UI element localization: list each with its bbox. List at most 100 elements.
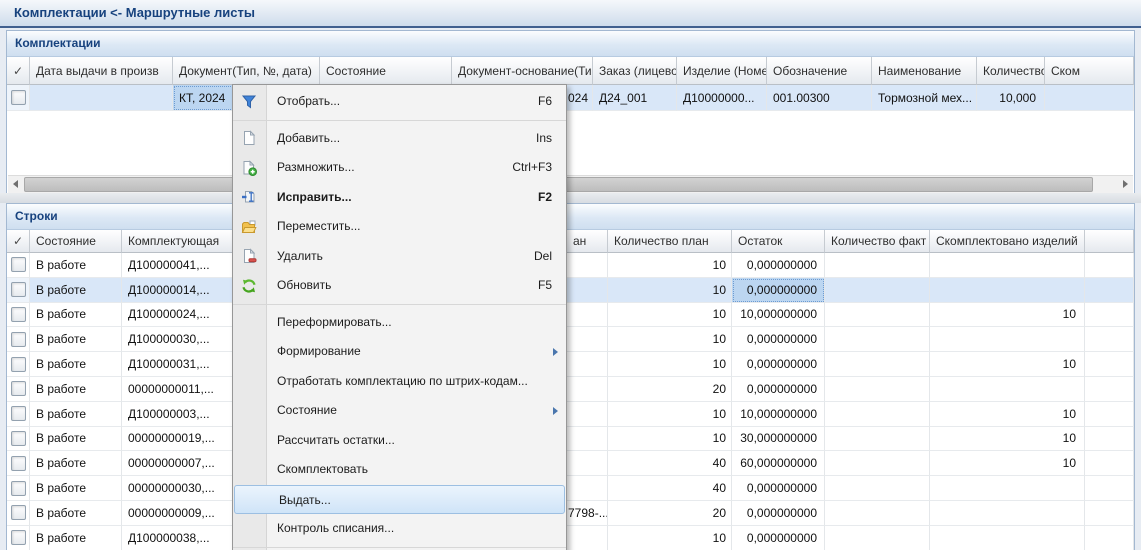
table-cell[interactable] bbox=[1085, 427, 1134, 452]
column-header[interactable]: Документ-основание(Ти bbox=[452, 57, 593, 85]
table-row[interactable]: В работе00000000009,...7798-...200,00000… bbox=[7, 501, 1134, 526]
table-cell[interactable]: Тормозной мех... bbox=[872, 85, 977, 111]
table-cell[interactable] bbox=[825, 352, 930, 377]
table-cell[interactable] bbox=[1085, 377, 1134, 402]
column-header[interactable]: Дата выдачи в произв bbox=[30, 57, 173, 85]
column-header[interactable]: Количество план bbox=[608, 230, 732, 253]
table-cell[interactable] bbox=[1085, 476, 1134, 501]
menu-item-razmnozhit[interactable]: Размножить...Ctrl+F3 bbox=[233, 153, 566, 183]
column-header[interactable]: Состояние bbox=[320, 57, 452, 85]
table-row[interactable]: В работе00000000011,...200,000000000 bbox=[7, 377, 1134, 402]
menu-item-otobrat[interactable]: Отобрать...F6 bbox=[233, 87, 566, 117]
table-cell[interactable] bbox=[825, 451, 930, 476]
table-cell[interactable]: 10 bbox=[608, 253, 732, 278]
table-cell[interactable]: 10 bbox=[608, 352, 732, 377]
table-cell[interactable] bbox=[825, 501, 930, 526]
table-cell[interactable] bbox=[825, 278, 930, 303]
table-row[interactable]: КТ, 2024024Д24_001Д10000000...001.00300Т… bbox=[7, 85, 1134, 111]
table-cell[interactable]: 001.00300 bbox=[767, 85, 872, 111]
row-checkbox[interactable] bbox=[11, 257, 26, 272]
column-header[interactable]: Количество bbox=[977, 57, 1045, 85]
table-row[interactable]: В работеД100000003,...1010,00000000010 bbox=[7, 402, 1134, 427]
menu-item-formirovanie[interactable]: Формирование bbox=[233, 337, 566, 367]
table-cell[interactable]: 10 bbox=[930, 402, 1085, 427]
table-cell[interactable] bbox=[1085, 501, 1134, 526]
table-cell[interactable] bbox=[825, 427, 930, 452]
table-row[interactable]: В работе00000000007,...4060,00000000010 bbox=[7, 451, 1134, 476]
table-cell[interactable]: В работе bbox=[30, 427, 122, 452]
menu-item-pereformirovat[interactable]: Переформировать... bbox=[233, 308, 566, 338]
row-select-cell[interactable] bbox=[7, 278, 30, 303]
row-select-cell[interactable] bbox=[7, 377, 30, 402]
menu-item-dobavit[interactable]: Добавить...Ins bbox=[233, 124, 566, 154]
menu-item-peremestit[interactable]: Переместить... bbox=[233, 212, 566, 242]
table-cell[interactable]: 0,000000000 bbox=[732, 377, 825, 402]
row-select-cell[interactable] bbox=[7, 427, 30, 452]
table-cell[interactable]: 0,000000000 bbox=[732, 501, 825, 526]
row-checkbox[interactable] bbox=[11, 505, 26, 520]
panel-splitter[interactable] bbox=[0, 193, 1141, 203]
row-checkbox[interactable] bbox=[11, 282, 26, 297]
table-row[interactable]: В работе00000000019,...1030,00000000010 bbox=[7, 427, 1134, 452]
table-cell[interactable]: В работе bbox=[30, 327, 122, 352]
column-header[interactable]: Скомплектовано изделий bbox=[930, 230, 1085, 253]
column-header[interactable]: Заказ (лицево bbox=[593, 57, 677, 85]
column-header[interactable]: Ском bbox=[1045, 57, 1134, 85]
row-checkbox[interactable] bbox=[11, 90, 26, 105]
column-header[interactable]: Количество факт bbox=[825, 230, 930, 253]
table-cell[interactable] bbox=[1085, 253, 1134, 278]
table-cell[interactable]: 0,000000000 bbox=[732, 526, 825, 550]
table-cell[interactable] bbox=[930, 253, 1085, 278]
table-row[interactable]: В работеД100000041,...100,000000000 bbox=[7, 253, 1134, 278]
table-cell[interactable]: В работе bbox=[30, 253, 122, 278]
column-header[interactable]: Изделие (Номе bbox=[677, 57, 767, 85]
table-cell[interactable]: 10 bbox=[608, 427, 732, 452]
table-cell[interactable]: 0,000000000 bbox=[732, 278, 825, 303]
table-cell[interactable] bbox=[930, 327, 1085, 352]
table-cell[interactable]: 0,000000000 bbox=[732, 327, 825, 352]
table-cell[interactable]: В работе bbox=[30, 526, 122, 550]
table-cell[interactable]: В работе bbox=[30, 278, 122, 303]
table-cell[interactable]: 20 bbox=[608, 501, 732, 526]
table-cell[interactable] bbox=[825, 526, 930, 550]
table-cell[interactable] bbox=[930, 377, 1085, 402]
row-checkbox[interactable] bbox=[11, 307, 26, 322]
table-cell[interactable]: 0,000000000 bbox=[732, 476, 825, 501]
table-cell[interactable]: 10 bbox=[930, 303, 1085, 328]
select-all-column-header[interactable]: ✓ bbox=[7, 57, 30, 85]
select-all-column-header[interactable]: ✓ bbox=[7, 230, 30, 253]
row-select-cell[interactable] bbox=[7, 303, 30, 328]
table-cell[interactable]: 0,000000000 bbox=[732, 253, 825, 278]
table-row[interactable]: В работеД100000038,...100,000000000 bbox=[7, 526, 1134, 550]
menu-item-otrabotat-po-shtrih-kodam[interactable]: Отработать комплектацию по штрих-кодам..… bbox=[233, 367, 566, 397]
table-cell[interactable]: 60,000000000 bbox=[732, 451, 825, 476]
table-cell[interactable]: В работе bbox=[30, 476, 122, 501]
table-cell[interactable]: В работе bbox=[30, 451, 122, 476]
table-cell[interactable]: 40 bbox=[608, 451, 732, 476]
table-cell[interactable] bbox=[1085, 327, 1134, 352]
table-row[interactable]: В работеД100000030,...100,000000000 bbox=[7, 327, 1134, 352]
column-header[interactable]: Обозначение bbox=[767, 57, 872, 85]
row-checkbox[interactable] bbox=[11, 456, 26, 471]
table-cell[interactable]: 0,000000000 bbox=[732, 352, 825, 377]
table-cell[interactable] bbox=[825, 303, 930, 328]
row-select-cell[interactable] bbox=[7, 402, 30, 427]
row-checkbox[interactable] bbox=[11, 481, 26, 496]
table-cell[interactable] bbox=[825, 253, 930, 278]
menu-item-rasschitat-ostatki[interactable]: Рассчитать остатки... bbox=[233, 426, 566, 456]
row-select-cell[interactable] bbox=[7, 451, 30, 476]
menu-item-sostoyanie[interactable]: Состояние bbox=[233, 396, 566, 426]
row-select-cell[interactable] bbox=[7, 526, 30, 550]
table-cell[interactable] bbox=[1085, 402, 1134, 427]
table-cell[interactable] bbox=[1045, 85, 1134, 111]
menu-item-obnovit[interactable]: ОбновитьF5 bbox=[233, 271, 566, 301]
table-cell[interactable] bbox=[825, 327, 930, 352]
table-row[interactable]: В работеД100000024,...1010,00000000010 bbox=[7, 303, 1134, 328]
table-cell[interactable] bbox=[30, 85, 173, 111]
table-row[interactable]: В работе00000000030,...400,000000000 bbox=[7, 476, 1134, 501]
column-header[interactable]: Состояние bbox=[30, 230, 122, 253]
column-header[interactable]: Документ(Тип, №, дата) bbox=[173, 57, 320, 85]
row-select-cell[interactable] bbox=[7, 327, 30, 352]
row-checkbox[interactable] bbox=[11, 357, 26, 372]
table-cell[interactable]: В работе bbox=[30, 377, 122, 402]
